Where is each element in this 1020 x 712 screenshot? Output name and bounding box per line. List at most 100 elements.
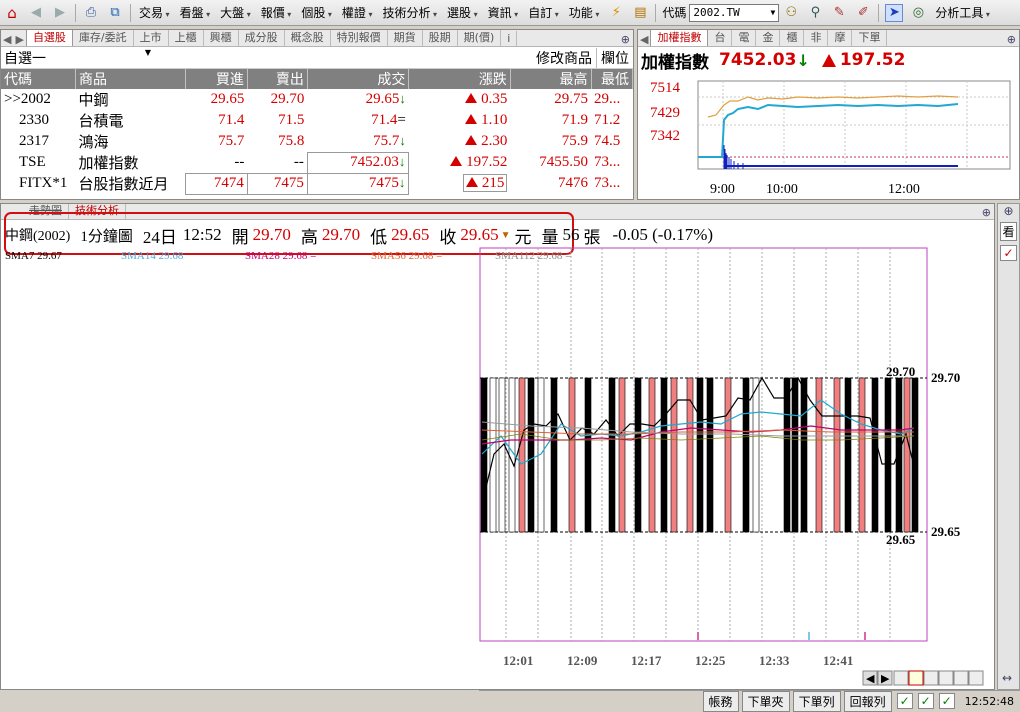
lightning-icon[interactable]: ⚡ <box>607 4 625 22</box>
tab-concept[interactable]: 概念股 <box>285 30 331 46</box>
side-button-view[interactable]: 看 <box>1000 222 1017 241</box>
col-ask[interactable]: 賣出 <box>247 69 308 89</box>
zoom-icon[interactable]: ⊕ <box>998 204 1019 218</box>
table-row[interactable]: 2317 鴻海 75.7 75.8 75.7↓ 2.30 75.9 74.5 <box>1 131 633 152</box>
x-tick: 12:17 <box>631 653 662 668</box>
candle <box>568 377 576 533</box>
tab-special-quote[interactable]: 特別報價 <box>331 30 388 46</box>
col-name[interactable]: 商品 <box>75 69 186 89</box>
checkbox-1[interactable]: ✓ <box>896 693 913 709</box>
checkbox-3[interactable]: ✓ <box>938 693 955 709</box>
menu-market[interactable]: 大盤 <box>215 4 256 21</box>
tab-otc[interactable]: 上櫃 <box>169 30 204 46</box>
col-code[interactable]: 代碼 <box>1 69 77 89</box>
fields-button[interactable]: 欄位 <box>597 48 633 68</box>
home-icon[interactable]: ⌂ <box>3 4 21 22</box>
col-change[interactable]: 漲跌 <box>408 69 511 89</box>
menu-warrant[interactable]: 權證 <box>337 4 378 21</box>
nav-left-icon[interactable]: ◀ <box>638 33 650 46</box>
tab-nonfin[interactable]: 非 <box>804 30 829 46</box>
order-bar-button[interactable]: 下單列 <box>792 690 841 712</box>
candle <box>844 377 852 533</box>
index-chart[interactable]: 7514 7429 7342 9:00 10:00 12:00 <box>638 75 1019 201</box>
popout-icon[interactable]: ⧉ <box>106 4 124 22</box>
forward-icon[interactable]: ▶ <box>51 4 69 22</box>
menu-trade[interactable]: 交易 <box>134 4 175 21</box>
arrow-down-icon: ↓ <box>399 132 406 148</box>
tab-msci[interactable]: 摩 <box>828 30 853 46</box>
pointer-icon[interactable]: ➤ <box>885 3 904 22</box>
analysis-tools-menu[interactable]: 分析工具 <box>930 4 995 21</box>
analysis-icon[interactable]: ◎ <box>909 4 927 22</box>
cell-low: 74.5 <box>594 133 621 149</box>
tab-tw[interactable]: 台 <box>708 30 733 46</box>
index-tabs: ◀ 加權指數 台 電 金 櫃 非 摩 下單 ⊕ <box>638 30 1019 47</box>
tab-fin[interactable]: 金 <box>756 30 781 46</box>
nav-left-icon[interactable]: ◀ <box>1 33 13 46</box>
col-bid[interactable]: 買進 <box>185 69 248 89</box>
code-input[interactable]: 2002.TW ▼ <box>689 3 780 22</box>
cell-change: 1.10 <box>409 110 510 131</box>
tab-options[interactable]: 期(價) <box>458 30 502 46</box>
x-tick: 12:25 <box>695 653 726 668</box>
menu-screener[interactable]: 選股 <box>442 4 483 21</box>
binoculars-icon[interactable]: ⚇ <box>782 4 800 22</box>
tab-emerging[interactable]: 興櫃 <box>204 30 239 46</box>
col-high[interactable]: 最高 <box>510 69 592 89</box>
col-low[interactable]: 最低 <box>591 69 634 89</box>
table-row[interactable]: >>2002 中鋼 29.65 29.70 29.65↓ 0.35 29.75 … <box>1 89 633 110</box>
pen-icon[interactable]: ✐ <box>854 4 872 22</box>
tab-futures[interactable]: 期貨 <box>388 30 423 46</box>
cell-name: 中鋼 <box>78 93 109 109</box>
arrow-down-icon: ↓ <box>398 175 406 190</box>
side-resize-icon[interactable]: ↔ <box>1002 671 1012 685</box>
notepad-icon[interactable]: ▤ <box>631 4 649 22</box>
menu-technical[interactable]: 技術分析 <box>377 4 442 21</box>
tab-order[interactable]: 下單 <box>852 30 888 46</box>
account-button[interactable]: 帳務 <box>702 690 739 712</box>
tab-components[interactable]: 成分股 <box>239 30 285 46</box>
order-folder-button[interactable]: 下單夾 <box>741 690 790 712</box>
back-icon[interactable]: ◀ <box>27 4 45 22</box>
menu-custom[interactable]: 自訂 <box>523 4 564 21</box>
cell-change: 197.52 <box>409 152 510 173</box>
menu-functions[interactable]: 功能 <box>564 4 605 21</box>
nav-right-icon[interactable]: ▶ <box>13 33 25 46</box>
technical-chart[interactable]: 29.70 29.65 29.70 29.65 12:01 12:09 12:1… <box>1 204 995 690</box>
table-row[interactable]: 2330 台積電 71.4 71.5 71.4= 1.10 71.9 71.2 <box>1 110 633 131</box>
tab-otc[interactable]: 櫃 <box>780 30 805 46</box>
zoom-icon[interactable]: ⊕ <box>1004 33 1019 46</box>
tab-inventory[interactable]: 庫存/委託 <box>73 30 134 46</box>
print-icon[interactable]: ⎙ <box>82 4 100 22</box>
cell-high: 7476 <box>558 175 589 191</box>
search-icon[interactable]: ⚲ <box>806 4 824 22</box>
menu-quote[interactable]: 報價 <box>256 4 297 21</box>
tab-more[interactable]: i <box>501 31 518 46</box>
chevron-down-icon[interactable]: ▼ <box>145 48 151 68</box>
tab-watchlist[interactable]: 自選股 <box>25 30 73 46</box>
tab-listed[interactable]: 上市 <box>134 30 169 46</box>
report-bar-button[interactable]: 回報列 <box>843 690 892 712</box>
tab-stock-futures[interactable]: 股期 <box>423 30 458 46</box>
zoom-icon[interactable]: ⊕ <box>618 33 633 46</box>
candle <box>791 377 799 533</box>
tab-elec[interactable]: 電 <box>732 30 757 46</box>
list-select[interactable]: 自選一 ▼ <box>1 48 151 68</box>
menu-view[interactable]: 看盤 <box>175 4 216 21</box>
axis-price-high: 29.70 <box>931 370 960 385</box>
modify-button[interactable]: 修改商品 <box>532 47 597 68</box>
candle <box>498 377 506 533</box>
candle <box>648 377 656 533</box>
side-button-check[interactable]: ✓ <box>1000 245 1017 261</box>
chevron-down-icon[interactable]: ▼ <box>771 8 776 17</box>
table-row[interactable]: TSE 加權指數 -- -- 7452.03↓ 197.52 7455.50 7… <box>1 151 633 174</box>
x-tick: 12:33 <box>759 653 790 668</box>
tools-icon[interactable]: ✎ <box>830 4 848 22</box>
tab-taiex[interactable]: 加權指數 <box>650 30 709 46</box>
col-last[interactable]: 成交 <box>307 69 410 89</box>
checkbox-2[interactable]: ✓ <box>917 693 934 709</box>
x-tick: 12:09 <box>567 653 598 668</box>
menu-stock[interactable]: 個股 <box>296 4 337 21</box>
menu-info[interactable]: 資訊 <box>483 4 524 21</box>
table-row[interactable]: FITX*1 台股指數近月 7474 7475 7475↓ 215 7476 7… <box>1 172 633 195</box>
